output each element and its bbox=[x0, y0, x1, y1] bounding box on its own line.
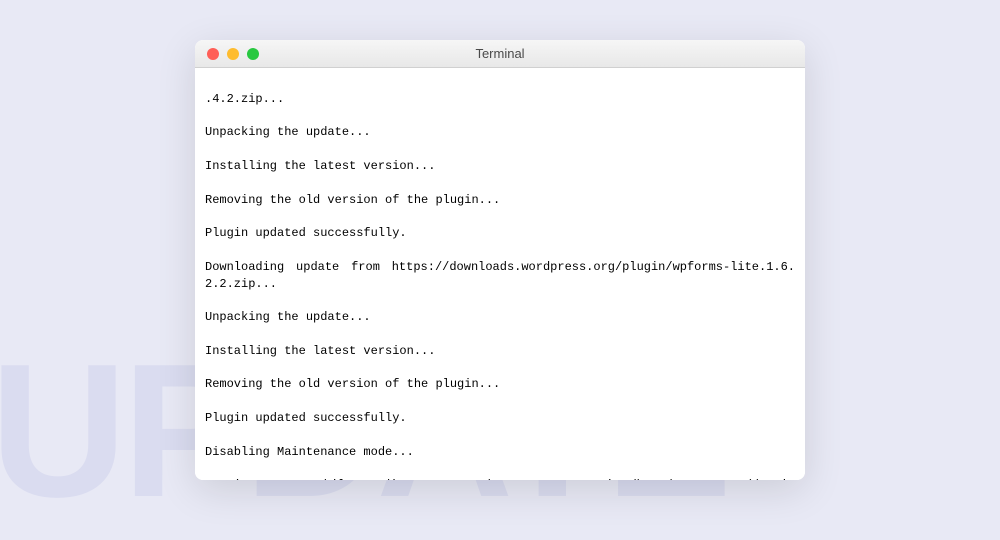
output-line: Removing the old version of the plugin..… bbox=[205, 376, 795, 393]
output-line: .4.2.zip... bbox=[205, 91, 795, 108]
output-line: Installing the latest version... bbox=[205, 343, 795, 360]
titlebar: Terminal bbox=[195, 40, 805, 68]
terminal-output[interactable]: .4.2.zip... Unpacking the update... Inst… bbox=[195, 68, 805, 480]
window-controls bbox=[195, 48, 259, 60]
minimize-icon[interactable] bbox=[227, 48, 239, 60]
window-title: Terminal bbox=[195, 46, 805, 61]
output-line: Installing the latest version... bbox=[205, 158, 795, 175]
maximize-icon[interactable] bbox=[247, 48, 259, 60]
output-line: Removing the old version of the plugin..… bbox=[205, 192, 795, 209]
output-line: Disabling Maintenance mode... bbox=[205, 444, 795, 461]
output-line: Plugin updated successfully. bbox=[205, 410, 795, 427]
warning-line: Warning: Error while sending QUERY packe… bbox=[205, 477, 795, 480]
output-line: Plugin updated successfully. bbox=[205, 225, 795, 242]
output-line: Downloading update from https://download… bbox=[205, 259, 795, 293]
terminal-window: Terminal .4.2.zip... Unpacking the updat… bbox=[195, 40, 805, 480]
output-line: Unpacking the update... bbox=[205, 124, 795, 141]
close-icon[interactable] bbox=[207, 48, 219, 60]
output-line: Unpacking the update... bbox=[205, 309, 795, 326]
